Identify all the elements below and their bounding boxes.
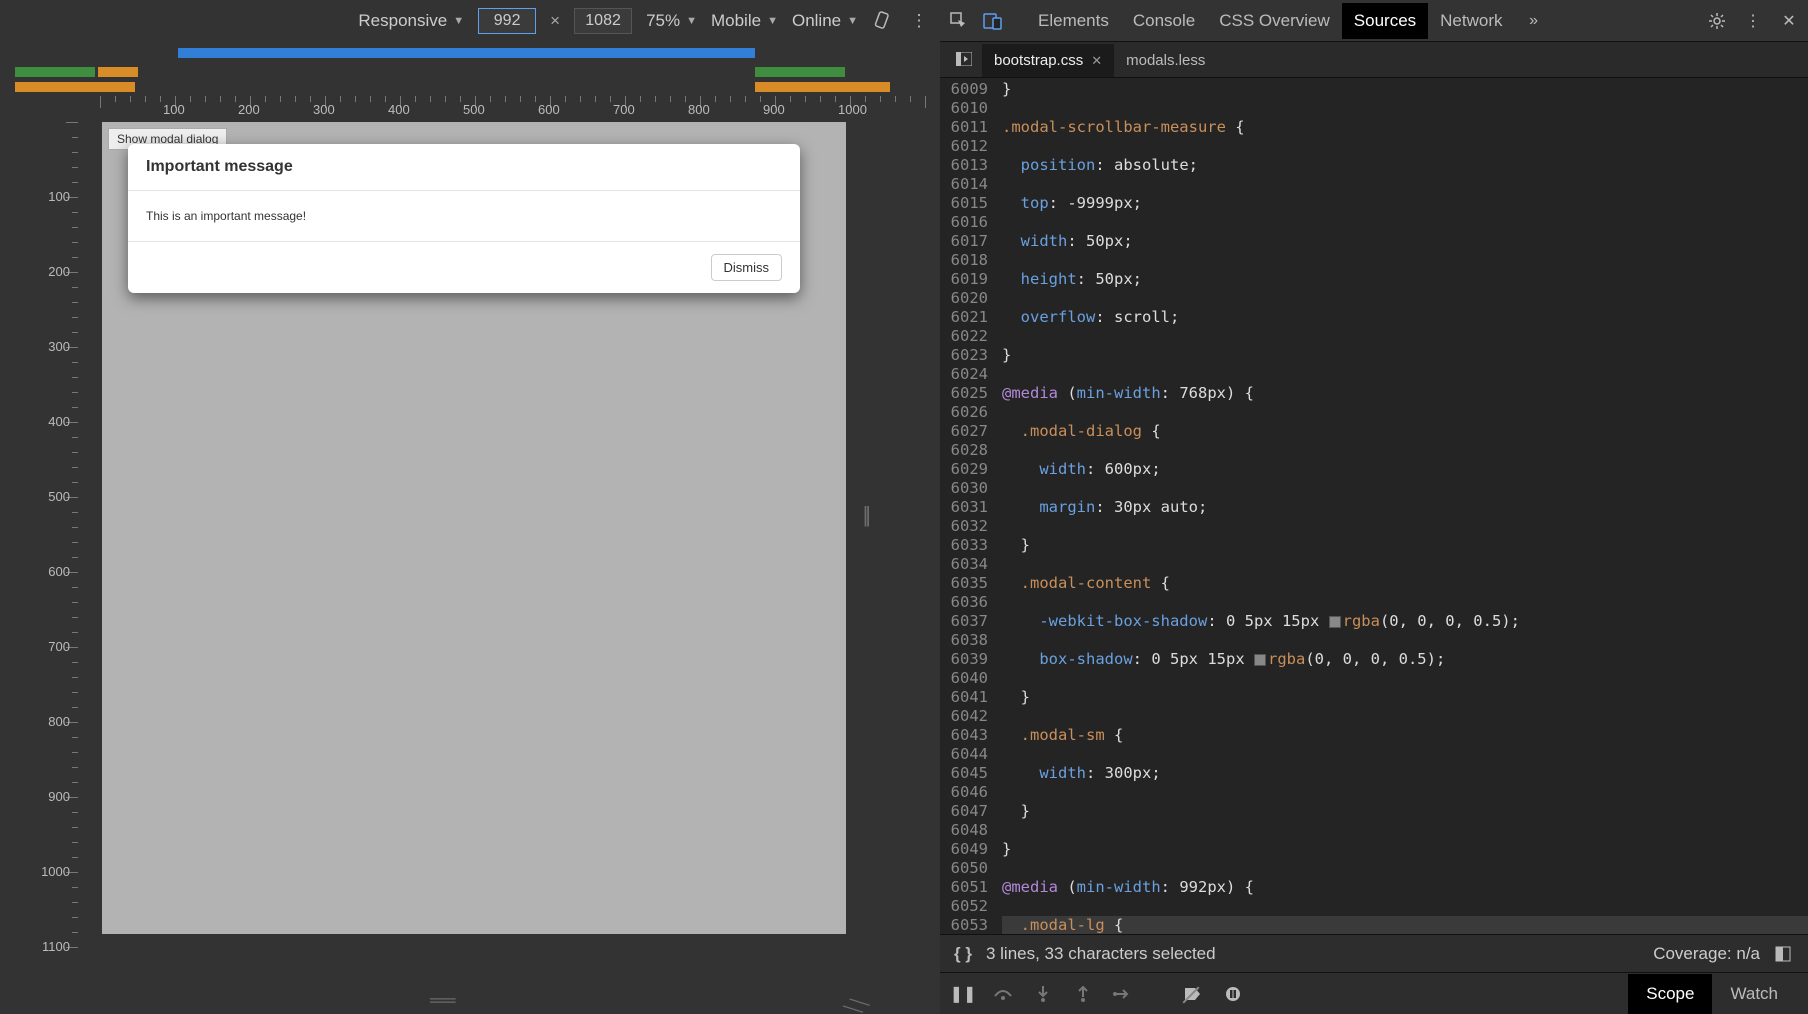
close-icon[interactable]: ✕	[1778, 10, 1800, 32]
device-mode-icon[interactable]	[982, 10, 1004, 32]
step-into-icon[interactable]	[1032, 983, 1054, 1005]
zoom-label: 75%	[646, 11, 680, 31]
rotate-icon[interactable]	[872, 10, 894, 32]
debugger-tab-scope[interactable]: Scope	[1628, 974, 1712, 1014]
chevron-down-icon: ▼	[453, 15, 464, 27]
dimension-separator: ×	[550, 11, 560, 31]
device-toolbar: Responsive ▼ × 75% ▼ Mobile ▼ Online ▼ ⋮	[0, 0, 940, 42]
more-tabs-icon[interactable]: »	[1523, 10, 1545, 32]
resize-handle-right[interactable]: ||	[863, 502, 868, 528]
gear-icon[interactable]	[1706, 10, 1728, 32]
code-editor[interactable]: 6009601060116012601360146015601660176018…	[940, 78, 1808, 934]
viewport-width-input[interactable]	[478, 8, 536, 34]
more-icon[interactable]: ⋮	[1742, 10, 1764, 32]
file-tabs-row: bootstrap.css ✕ modals.less	[940, 42, 1808, 78]
resize-handle-bottom[interactable]: ══	[430, 990, 456, 1011]
device-mode-label: Responsive	[358, 11, 447, 31]
viewport-height-input[interactable]	[574, 8, 632, 34]
navigator-toggle-icon[interactable]	[946, 46, 982, 77]
pause-icon[interactable]: ❚❚	[952, 983, 974, 1005]
pause-on-exceptions-icon[interactable]	[1222, 983, 1244, 1005]
throttle-select[interactable]: Mobile ▼	[711, 11, 778, 31]
device-mode-select[interactable]: Responsive ▼	[358, 11, 464, 31]
step-out-icon[interactable]	[1072, 983, 1094, 1005]
vertical-ruler: 10020030040050060070080090010001100	[0, 122, 100, 1014]
file-tab-label: modals.less	[1126, 52, 1205, 69]
network-select[interactable]: Online ▼	[792, 11, 858, 31]
selection-status: 3 lines, 33 characters selected	[986, 944, 1216, 964]
tab-console[interactable]: Console	[1121, 3, 1207, 39]
file-tab-label: bootstrap.css	[994, 52, 1083, 69]
modal-title: Important message	[128, 144, 800, 191]
tab-css-overview[interactable]: CSS Overview	[1207, 3, 1342, 39]
modal-body-text: This is an important message!	[128, 191, 800, 242]
tab-elements[interactable]: Elements	[1026, 3, 1121, 39]
resize-handle-corner[interactable]: ╲╲	[842, 992, 870, 1014]
device-viewport: Show modal dialog Important message This…	[102, 122, 846, 934]
step-icon[interactable]	[1112, 983, 1134, 1005]
tab-network[interactable]: Network	[1428, 3, 1514, 39]
chevron-down-icon: ▼	[686, 15, 697, 27]
throttle-label: Mobile	[711, 11, 761, 31]
close-icon[interactable]: ✕	[1091, 53, 1102, 69]
inspect-icon[interactable]	[948, 10, 970, 32]
devtools-tabs: ElementsConsoleCSS OverviewSourcesNetwor…	[940, 0, 1808, 42]
step-over-icon[interactable]	[992, 983, 1014, 1005]
dismiss-button[interactable]: Dismiss	[711, 254, 783, 281]
chevron-down-icon: ▼	[767, 15, 778, 27]
media-query-bars[interactable]	[0, 42, 940, 96]
chevron-down-icon: ▼	[847, 15, 858, 27]
coverage-toggle-icon[interactable]	[1772, 943, 1794, 965]
horizontal-ruler: 1002003004005006007008009001000	[100, 96, 940, 122]
deactivate-breakpoints-icon[interactable]	[1182, 983, 1204, 1005]
modal-dialog: Important message This is an important m…	[128, 144, 800, 293]
network-label: Online	[792, 11, 841, 31]
pretty-print-icon[interactable]: { }	[954, 944, 972, 964]
debugger-toolbar: ❚❚ ScopeWatch	[940, 972, 1808, 1014]
editor-status-bar: { } 3 lines, 33 characters selected Cove…	[940, 934, 1808, 972]
file-tab[interactable]: bootstrap.css ✕	[982, 44, 1114, 77]
file-tab[interactable]: modals.less	[1114, 44, 1217, 77]
zoom-select[interactable]: 75% ▼	[646, 11, 697, 31]
coverage-status: Coverage: n/a	[1653, 944, 1760, 964]
more-icon[interactable]: ⋮	[908, 10, 930, 32]
debugger-tab-watch[interactable]: Watch	[1712, 974, 1796, 1014]
tab-sources[interactable]: Sources	[1342, 3, 1428, 39]
